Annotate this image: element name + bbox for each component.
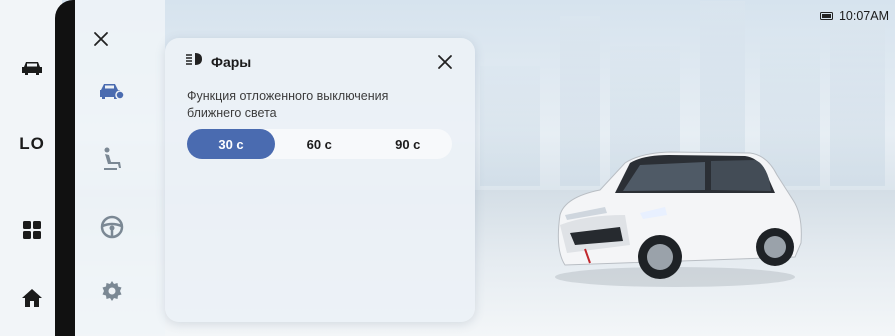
car-icon[interactable] [14,50,50,86]
status-bar: 10:07AM [819,9,889,23]
option-60s[interactable]: 60 с [275,129,364,159]
option-30s[interactable]: 30 с [187,129,275,159]
lo-button[interactable]: LO [14,126,50,162]
car-settings-icon[interactable] [96,76,128,106]
delay-selector: 30 с 60 с 90 с [187,129,452,159]
clock: 10:07AM [838,9,889,23]
steering-wheel-icon[interactable] [96,212,128,242]
dialog-title: Фары [211,53,252,70]
vehicle-image [555,151,802,287]
seat-icon[interactable] [96,144,128,174]
battery-icon [819,12,833,20]
lo-label: LO [19,134,45,153]
option-90s[interactable]: 90 с [364,129,453,159]
apps-grid-icon[interactable] [14,212,50,248]
home-icon[interactable] [14,280,50,316]
close-icon[interactable] [90,28,112,50]
close-icon[interactable] [435,52,455,72]
headlight-icon [185,52,203,71]
gear-icon[interactable] [96,276,128,306]
headlights-dialog: Фары Функция отложенного выключения ближ… [165,38,475,322]
rail-divider [55,0,75,336]
setting-description: Функция отложенного выключения ближнего … [187,89,389,120]
dialog-header: Фары [185,52,251,71]
